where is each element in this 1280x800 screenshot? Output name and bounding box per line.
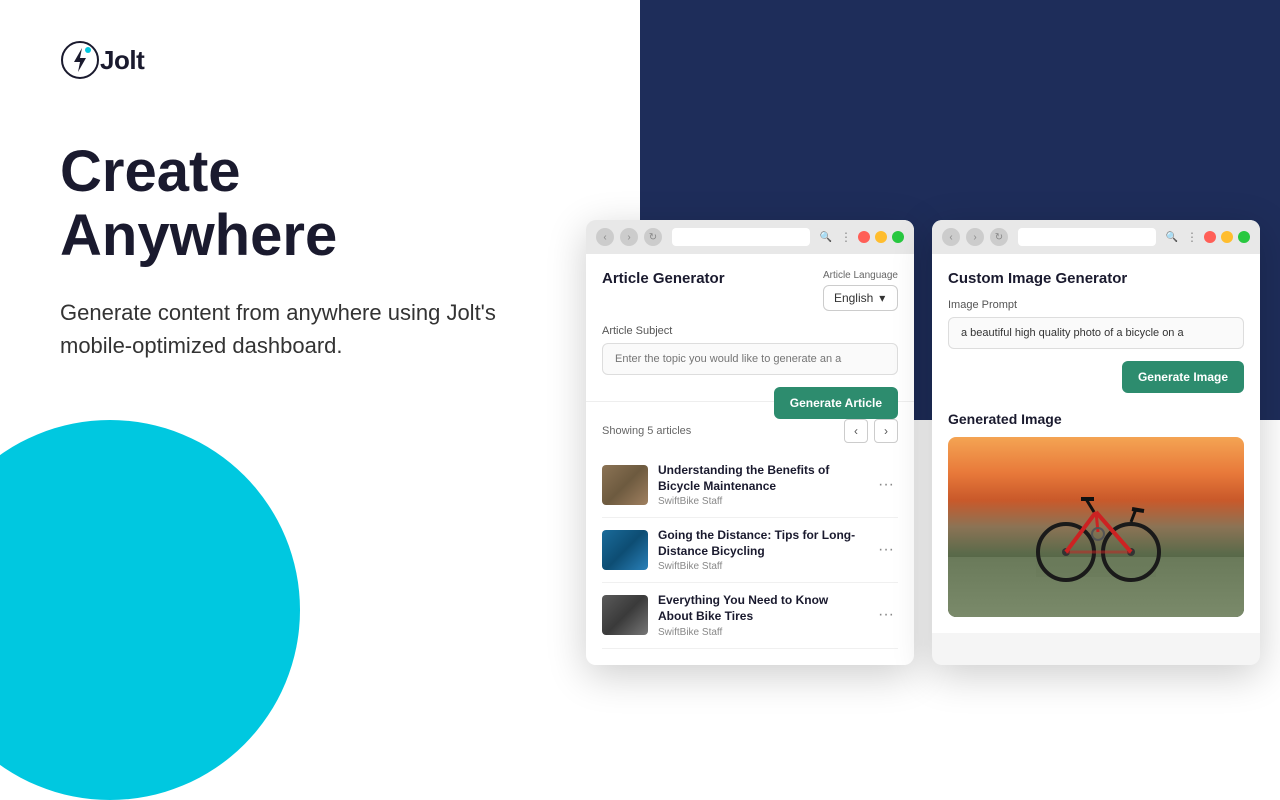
article-thumbnail-1 [602,530,648,570]
image-prompt-label: Image Prompt [948,299,1244,311]
articles-count: Showing 5 articles [602,425,691,437]
browser-dots-r: ⋮ [1186,230,1198,244]
article-info-0: Understanding the Benefits of Bicycle Ma… [658,463,864,507]
tl-red-r [1204,231,1216,243]
logo-text: Jolt [100,45,144,76]
article-menu-icon-0[interactable]: ··· [874,474,898,496]
bicycle-image [948,437,1244,617]
browser-back-btn-r[interactable]: ‹ [942,228,960,246]
article-menu-icon-2[interactable]: ··· [874,604,898,626]
articles-prev-btn[interactable]: ‹ [844,419,868,443]
image-generator-mockup: ‹ › ↻ 🔍 ⋮ Custom Image Generator Image P… [932,220,1260,665]
browser-bar-left: ‹ › ↻ 🔍 ⋮ [586,220,914,254]
article-subject-label: Article Subject [602,325,898,337]
generate-image-button[interactable]: Generate Image [1122,361,1244,393]
article-title-0: Understanding the Benefits of Bicycle Ma… [658,463,864,494]
generated-image-section: Generated Image [948,405,1244,617]
browser-search-icon: 🔍 [820,232,832,243]
article-subject-input[interactable] [602,343,898,375]
browser-forward-btn[interactable]: › [620,228,638,246]
article-author-0: SwiftBike Staff [658,496,864,507]
chevron-down-icon: ▾ [879,291,885,305]
articles-next-btn[interactable]: › [874,419,898,443]
article-panel-header: Article Generator Article Language Engli… [602,270,898,311]
page-headline: Create Anywhere [60,140,500,268]
language-selector-group: Article Language English ▾ [823,270,898,311]
logo: Jolt [60,40,500,80]
browser-search-icon-r: 🔍 [1166,232,1178,243]
page-subheadline: Generate content from anywhere using Jol… [60,296,500,362]
browser-refresh-btn-r[interactable]: ↻ [990,228,1008,246]
table-row: Everything You Need to Know About Bike T… [602,583,898,648]
browser-bar-right: ‹ › ↻ 🔍 ⋮ [932,220,1260,254]
browser-forward-btn-r[interactable]: › [966,228,984,246]
language-select[interactable]: English ▾ [823,285,898,311]
article-author-1: SwiftBike Staff [658,561,864,572]
bicycle-svg [1026,467,1166,587]
browser-dots: ⋮ [840,230,852,244]
article-author-2: SwiftBike Staff [658,627,864,638]
tl-green [892,231,904,243]
article-generator-panel: Article Generator Article Language Engli… [586,254,914,665]
article-thumbnail-0 [602,465,648,505]
jolt-icon [60,40,100,80]
image-prompt-input[interactable] [948,317,1244,349]
language-label: Article Language [823,270,898,281]
article-generator-title: Article Generator [602,270,725,287]
article-title-1: Going the Distance: Tips for Long-Distan… [658,528,864,559]
table-row: Going the Distance: Tips for Long-Distan… [602,518,898,583]
table-row: Understanding the Benefits of Bicycle Ma… [602,453,898,518]
article-menu-icon-1[interactable]: ··· [874,539,898,561]
generated-image-placeholder [948,437,1244,617]
mockups-container: ‹ › ↻ 🔍 ⋮ Article Generator Article Lang… [586,220,1260,665]
language-value: English [834,291,873,305]
tl-yellow-r [1221,231,1233,243]
articles-nav: ‹ › [844,419,898,443]
generate-article-button[interactable]: Generate Article [774,387,898,419]
articles-header: Showing 5 articles ‹ › [602,419,898,443]
article-list: Understanding the Benefits of Bicycle Ma… [602,453,898,649]
left-content-area: Jolt Create Anywhere Generate content fr… [0,0,560,720]
browser-url-bar [672,228,810,246]
article-info-1: Going the Distance: Tips for Long-Distan… [658,528,864,572]
image-generator-title: Custom Image Generator [948,270,1244,287]
article-info-2: Everything You Need to Know About Bike T… [658,593,864,637]
article-title-2: Everything You Need to Know About Bike T… [658,593,864,624]
generated-image-label: Generated Image [948,405,1244,427]
image-generator-panel: Custom Image Generator Image Prompt Gene… [932,254,1260,633]
browser-traffic-lights-r [1204,231,1250,243]
article-thumbnail-2 [602,595,648,635]
tl-red [858,231,870,243]
tl-yellow [875,231,887,243]
browser-refresh-btn[interactable]: ↻ [644,228,662,246]
browser-url-bar-r [1018,228,1156,246]
browser-back-btn[interactable]: ‹ [596,228,614,246]
browser-traffic-lights [858,231,904,243]
article-generator-mockup: ‹ › ↻ 🔍 ⋮ Article Generator Article Lang… [586,220,914,665]
tl-green-r [1238,231,1250,243]
